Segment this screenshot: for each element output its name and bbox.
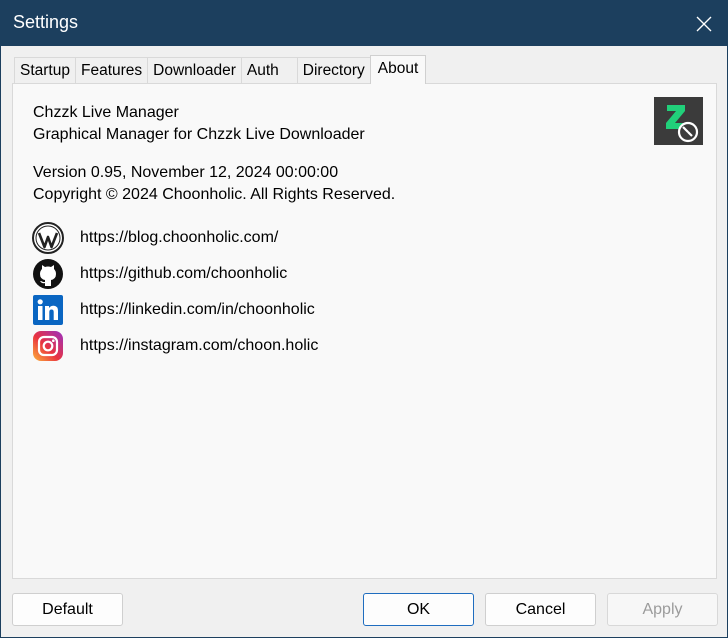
- version-text: Version 0.95, November 12, 2024 00:00:00: [33, 164, 339, 181]
- tab-about[interactable]: About: [369, 55, 427, 84]
- linkedin-icon: [31, 294, 65, 326]
- cancel-button[interactable]: Cancel: [485, 593, 596, 626]
- link-row-linkedin[interactable]: https://linkedin.com/in/choonholic: [31, 294, 431, 326]
- default-button[interactable]: Default: [12, 593, 123, 626]
- app-logo-icon: [654, 97, 703, 145]
- github-link[interactable]: https://github.com/choonholic: [80, 265, 287, 283]
- close-icon: [696, 16, 712, 31]
- tab-strip: Startup Features Downloader Auth Directo…: [14, 55, 427, 84]
- tab-downloader[interactable]: Downloader: [147, 57, 242, 84]
- close-button[interactable]: [681, 1, 727, 46]
- about-panel: Chzzk Live Manager Graphical Manager for…: [12, 83, 717, 579]
- link-row-github[interactable]: https://github.com/choonholic: [31, 258, 431, 290]
- title-bar[interactable]: Settings: [1, 1, 727, 46]
- tab-auth[interactable]: Auth: [240, 57, 298, 84]
- app-description: Graphical Manager for Chzzk Live Downloa…: [33, 126, 365, 143]
- tab-startup[interactable]: Startup: [14, 57, 76, 84]
- github-icon: [31, 258, 65, 290]
- window-title: Settings: [13, 12, 79, 32]
- copyright-text: Copyright © 2024 Choonholic. All Rights …: [33, 186, 396, 203]
- tab-features[interactable]: Features: [74, 57, 149, 84]
- tab-directory[interactable]: Directory: [296, 57, 371, 84]
- instagram-link[interactable]: https://instagram.com/choon.holic: [80, 337, 318, 355]
- blog-link[interactable]: https://blog.choonholic.com/: [80, 229, 278, 247]
- link-row-blog[interactable]: https://blog.choonholic.com/: [31, 222, 431, 254]
- settings-window: Settings Startup Features Downloader Aut…: [0, 0, 728, 638]
- link-row-instagram[interactable]: https://instagram.com/choon.holic: [31, 330, 431, 362]
- wordpress-icon: [31, 222, 65, 254]
- app-name: Chzzk Live Manager: [33, 104, 179, 121]
- apply-button[interactable]: Apply: [607, 593, 718, 626]
- linkedin-link[interactable]: https://linkedin.com/in/choonholic: [80, 301, 315, 319]
- ok-button[interactable]: OK: [363, 593, 474, 626]
- instagram-icon: [31, 330, 65, 362]
